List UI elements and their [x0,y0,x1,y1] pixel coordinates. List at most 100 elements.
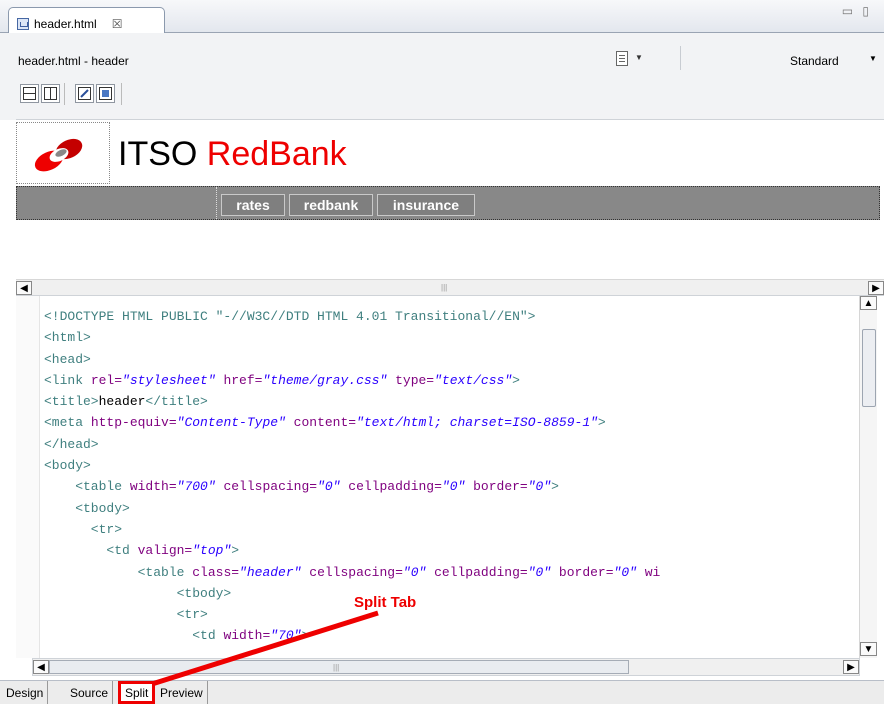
code-line[interactable]: <meta http-equiv="Content-Type" content=… [44,412,854,433]
code-line[interactable]: <!DOCTYPE HTML PUBLIC "-//W3C//DTD HTML … [44,306,854,327]
code-token: href= [215,372,263,388]
tab-source[interactable]: Source [66,681,114,704]
code-token: "0" [613,564,637,580]
edit-mode-button[interactable] [75,84,94,103]
code-token: > [231,543,240,559]
code-line[interactable]: <td valign="top"> [44,540,854,561]
code-line[interactable]: <title>header</title> [44,391,854,412]
code-token: </head> [44,436,99,452]
editor-tab-bar: header.html ☒ ▭ ▯ [0,0,884,34]
code-token: > [551,479,559,495]
pencil-icon [78,87,91,100]
source-code[interactable]: <!DOCTYPE HTML PUBLIC "-//W3C//DTD HTML … [44,306,854,651]
brand-title: ITSO RedBank [118,135,347,174]
scroll-left-arrow-icon[interactable]: ◀ [16,281,32,295]
code-token: valign= [137,543,193,559]
code-line[interactable]: <table class="header" cellspacing="0" ce… [44,562,854,583]
nav-item-redbank[interactable]: redbank [289,194,373,216]
scroll-thumb[interactable] [862,329,876,407]
code-line[interactable]: <td width="70"> [44,625,854,646]
code-line[interactable]: <tbody> [44,583,854,604]
code-line[interactable]: <html> [44,327,854,348]
code-token: <table [44,564,193,580]
editor-title: header.html - header [18,54,129,68]
toolbar-separator [121,83,122,105]
brand-title-part1: ITSO [118,135,207,173]
code-token: <meta [44,415,91,431]
code-token: "stylesheet" [122,372,216,388]
code-token: http-equiv= [90,415,177,431]
scroll-right-arrow-icon[interactable]: ▶ [843,660,859,674]
split-vertical-icon [44,87,57,100]
code-token: > [597,415,606,431]
scroll-up-arrow-icon[interactable]: ▲ [860,296,877,310]
code-token: cellspacing= [301,564,403,580]
nav-item-insurance[interactable]: insurance [377,194,475,216]
code-token: > [512,372,520,388]
scroll-right-arrow-icon[interactable]: ▶ [868,281,884,295]
design-pane[interactable]: ITSO RedBank rates redbank insurance [16,119,884,279]
split-horizontal-button[interactable] [20,84,39,103]
code-token: wi [636,564,661,580]
logo-cell [16,122,110,184]
scroll-down-arrow-icon[interactable]: ▼ [860,642,877,656]
tab-design[interactable]: Design [2,681,49,704]
image-icon [99,87,112,100]
close-tab-icon[interactable]: ☒ [112,17,123,31]
code-token: <html> [44,330,91,346]
code-line[interactable]: <link rel="stylesheet" href="theme/gray.… [44,370,854,391]
code-token: <tbody> [44,585,232,601]
code-line[interactable]: <table width="700" cellspacing="0" cellp… [44,476,854,497]
code-token: "theme/gray.css" [262,372,388,388]
code-token: <!DOCTYPE HTML PUBLIC "-//W3C//DTD HTML … [44,309,536,324]
source-horizontal-scrollbar[interactable]: ◀ ||| ▶ [32,658,860,676]
code-line[interactable]: <tr> [44,604,854,625]
editor-toolbar: header.html - header ▼ Standard ▼ [0,33,884,120]
code-line[interactable]: <tr> [44,519,854,540]
code-token: "Content-Type" [176,415,286,431]
page-mode-select[interactable]: Standard [790,54,839,68]
code-token: rel= [90,372,123,388]
code-token: cellpadding= [426,564,528,580]
page-mode-dropdown-icon[interactable]: ▼ [869,54,877,63]
code-token: "text/css" [434,372,513,388]
code-token: <body> [44,458,91,474]
code-token: "top" [192,543,232,559]
nav-item-rates[interactable]: rates [221,194,285,216]
source-vertical-scrollbar[interactable]: ▲ ▼ [859,296,877,658]
split-tab-callout-label: Split Tab [354,594,417,611]
code-token: "700" [176,479,216,495]
code-token: cellpadding= [340,479,442,495]
code-line[interactable]: <body> [44,455,854,476]
code-token: <title> [44,394,99,410]
source-pane[interactable]: <!DOCTYPE HTML PUBLIC "-//W3C//DTD HTML … [16,295,884,658]
tab-preview[interactable]: Preview [156,681,208,704]
editor-tab-header-html[interactable]: header.html ☒ [8,7,165,34]
code-token: <table [44,479,130,495]
code-token: > [301,628,310,644]
chevron-down-icon[interactable]: ▼ [635,53,643,62]
code-token: "0" [441,479,466,495]
code-token: width= [129,479,177,495]
code-line[interactable]: <head> [44,349,854,370]
brand-title-part2: RedBank [206,135,347,173]
nav-spacer-cell [17,187,217,219]
visual-mode-button[interactable] [96,84,115,103]
code-token: width= [223,628,271,644]
scroll-grip-icon: ||| [441,283,448,292]
document-icon[interactable] [616,51,628,66]
page-tab-bar: Design Source Split Preview [0,680,884,704]
code-line[interactable]: <tbody> [44,498,854,519]
design-horizontal-scrollbar[interactable]: ◀ ||| ▶ [16,279,884,295]
code-token: "70" [270,628,302,644]
code-line[interactable]: </head> [44,434,854,455]
split-vertical-button[interactable] [41,84,60,103]
code-token: content= [285,415,357,431]
scroll-left-arrow-icon[interactable]: ◀ [33,660,49,674]
code-token: <td [44,543,138,559]
minimize-maximize-icon[interactable]: ▭ ▯ [842,4,872,18]
split-horizontal-icon [23,87,36,100]
html-file-icon [17,17,29,30]
tab-split[interactable]: Split [118,681,156,704]
code-token: border= [551,564,614,580]
